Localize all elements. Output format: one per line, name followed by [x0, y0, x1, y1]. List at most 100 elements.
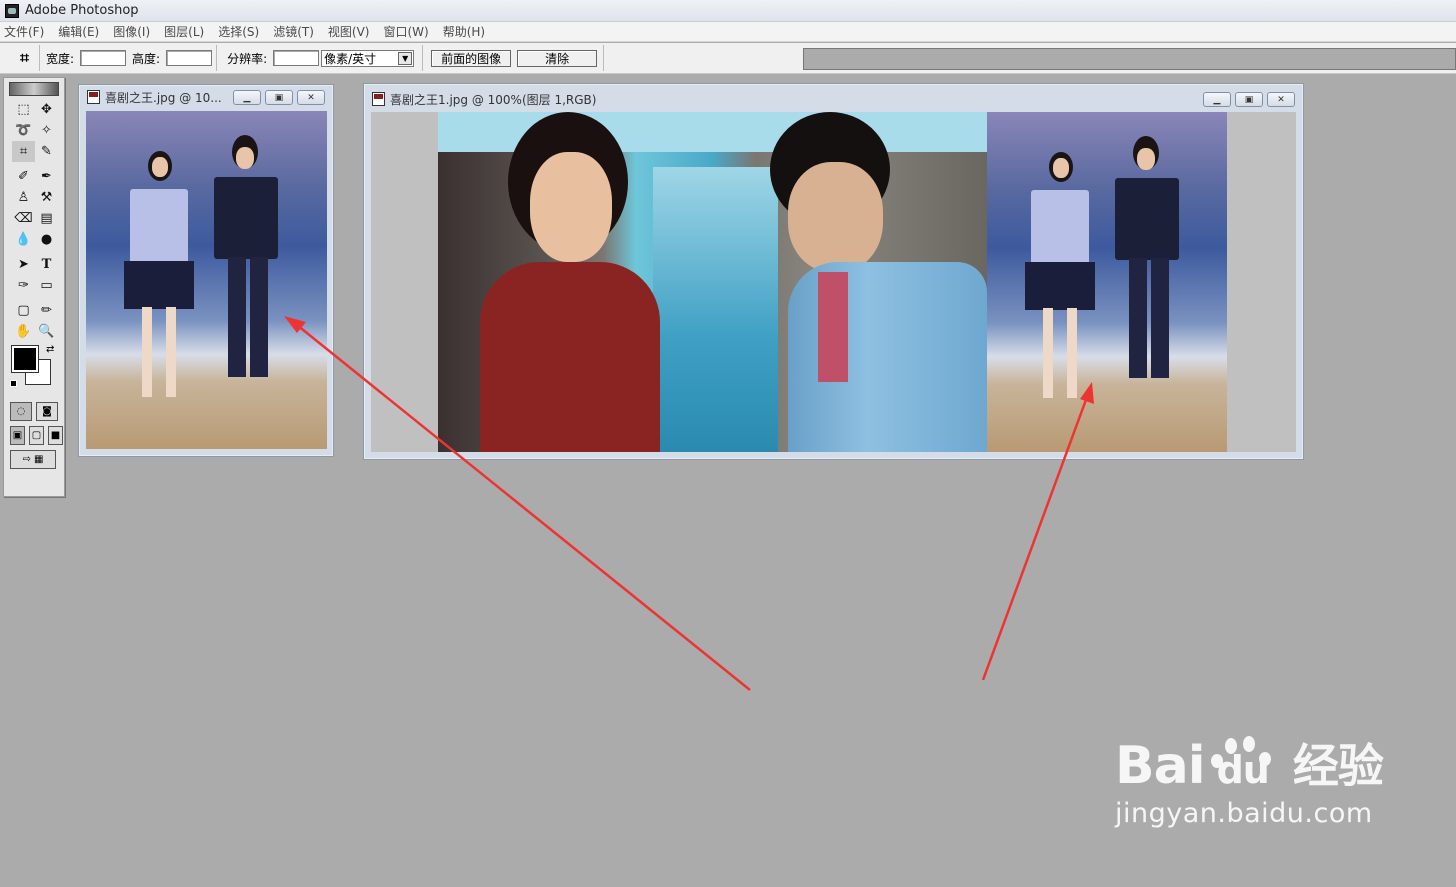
- minimize-button[interactable]: ▁: [233, 90, 261, 105]
- pasted-layer-photo: [987, 112, 1227, 452]
- document-canvas[interactable]: [371, 112, 1296, 452]
- window-controls: ▁ ▣ ✕: [233, 90, 325, 105]
- divider: [422, 45, 424, 71]
- palette-well: [803, 48, 1456, 70]
- document-window-large: 喜剧之王1.jpg @ 100%(图层 1,RGB) ▁ ▣ ✕: [363, 83, 1304, 460]
- crop-tool-icon[interactable]: ⌗: [10, 45, 40, 71]
- path-selection-tool-icon[interactable]: ➤: [12, 254, 35, 275]
- menu-layer[interactable]: 图层(L): [164, 23, 204, 40]
- quick-mask-mode-icon[interactable]: ◙: [36, 402, 58, 421]
- photo-figure: [124, 261, 194, 309]
- full-screen-mode-icon[interactable]: ■: [48, 426, 63, 445]
- photo-figure: [1053, 158, 1069, 178]
- menu-image[interactable]: 图像(I): [113, 23, 150, 40]
- default-colors-icon[interactable]: [10, 380, 17, 387]
- photo-figure: [1025, 262, 1095, 310]
- pen-tool-icon[interactable]: ✑: [12, 275, 35, 296]
- baidu-jingyan-watermark: Bai du 经验 jingyan.baidu.com: [1115, 730, 1384, 829]
- photoshop-app-icon: [5, 3, 19, 18]
- crop-tool-button-icon[interactable]: ⌗: [12, 141, 35, 162]
- move-tool-icon[interactable]: ✥: [35, 99, 58, 120]
- document-title: 喜剧之王1.jpg @ 100%(图层 1,RGB): [390, 92, 597, 107]
- height-label: 高度:: [132, 51, 161, 66]
- photo-figure: [480, 262, 660, 452]
- photo-figure: [130, 189, 188, 269]
- resolution-unit-value: 像素/英寸: [324, 51, 377, 66]
- photo-figure: [214, 177, 278, 259]
- document-icon: [87, 90, 100, 104]
- full-screen-menu-mode-icon[interactable]: ▢: [29, 426, 44, 445]
- menu-window[interactable]: 窗口(W): [383, 23, 428, 40]
- photo-figure: [1151, 258, 1169, 378]
- close-button[interactable]: ✕: [1267, 92, 1295, 107]
- height-field[interactable]: [166, 50, 213, 66]
- gradient-tool-icon[interactable]: ▤: [35, 208, 58, 229]
- photo-doorway: [653, 167, 778, 452]
- history-brush-tool-icon[interactable]: ⚒: [35, 187, 58, 208]
- quick-mask-modes: ◌ ◙: [10, 402, 64, 421]
- divider: [603, 45, 605, 71]
- menu-bar: 文件(F) 编辑(E) 图像(I) 图层(L) 选择(S) 滤镜(T) 视图(V…: [0, 22, 1456, 42]
- portrait-photo: [438, 112, 987, 452]
- app-title-bar: Adobe Photoshop: [0, 0, 1456, 22]
- imageready-jump-icon[interactable]: ⇨ ▦: [10, 450, 56, 469]
- photo-figure: [166, 307, 176, 397]
- front-image-button[interactable]: 前面的图像: [431, 49, 512, 67]
- marquee-tool-icon[interactable]: ⬚: [12, 99, 35, 120]
- screen-modes: ▣ ▢ ■: [10, 426, 64, 445]
- dodge-tool-icon[interactable]: ●: [35, 229, 58, 250]
- photo-figure: [1129, 258, 1147, 378]
- zoom-tool-icon[interactable]: 🔍: [35, 321, 58, 342]
- clear-button[interactable]: 清除: [517, 49, 598, 67]
- menu-filter[interactable]: 滤镜(T): [273, 23, 314, 40]
- toolbox-header-logo: [9, 82, 59, 96]
- brush-tool-icon[interactable]: ✒: [35, 166, 58, 187]
- standard-screen-mode-icon[interactable]: ▣: [10, 426, 25, 445]
- maximize-button[interactable]: ▣: [265, 90, 293, 105]
- window-controls: ▁ ▣ ✕: [1203, 92, 1295, 107]
- swap-colors-icon[interactable]: ⇄: [46, 344, 54, 355]
- slice-tool-icon[interactable]: ✎: [35, 141, 58, 162]
- beach-photo: [86, 111, 327, 449]
- photo-figure: [1137, 148, 1155, 170]
- resolution-unit-select[interactable]: 像素/英寸 ▼: [321, 49, 415, 67]
- document-canvas[interactable]: [86, 111, 327, 449]
- resolution-field[interactable]: [273, 50, 320, 66]
- document-title: 喜剧之王.jpg @ 10...: [105, 90, 222, 105]
- clone-stamp-tool-icon[interactable]: ♙: [12, 187, 35, 208]
- photo-figure: [152, 157, 168, 177]
- menu-edit[interactable]: 编辑(E): [58, 23, 99, 40]
- document-title-bar[interactable]: 喜剧之王.jpg @ 10... ▁ ▣ ✕: [79, 85, 333, 109]
- type-tool-icon[interactable]: T: [35, 254, 58, 275]
- foreground-color-swatch[interactable]: [11, 345, 39, 373]
- chevron-down-icon[interactable]: ▼: [398, 51, 413, 65]
- menu-view[interactable]: 视图(V): [328, 23, 370, 40]
- notes-tool-icon[interactable]: ▢: [12, 300, 35, 321]
- photo-figure: [1115, 178, 1179, 260]
- app-title: Adobe Photoshop: [25, 3, 139, 18]
- color-swatches: ⇄: [10, 344, 64, 396]
- eyedropper-tool-icon[interactable]: ✏: [35, 300, 58, 321]
- magic-wand-tool-icon[interactable]: ✧: [35, 120, 58, 141]
- resolution-label: 分辨率:: [227, 51, 268, 66]
- width-field[interactable]: [80, 50, 127, 66]
- menu-help[interactable]: 帮助(H): [443, 23, 485, 40]
- minimize-button[interactable]: ▁: [1203, 92, 1231, 107]
- watermark-url: jingyan.baidu.com: [1115, 798, 1373, 829]
- eraser-tool-icon[interactable]: ⌫: [12, 208, 35, 229]
- healing-brush-tool-icon[interactable]: ✐: [12, 166, 35, 187]
- hand-tool-icon[interactable]: ✋: [12, 321, 35, 342]
- document-title-bar[interactable]: 喜剧之王1.jpg @ 100%(图层 1,RGB) ▁ ▣ ✕: [364, 84, 1303, 114]
- menu-select[interactable]: 选择(S): [218, 23, 259, 40]
- blur-tool-icon[interactable]: 💧: [12, 229, 35, 250]
- document-icon: [372, 92, 385, 106]
- menu-file[interactable]: 文件(F): [4, 23, 44, 40]
- close-button[interactable]: ✕: [297, 90, 325, 105]
- photo-figure: [818, 272, 848, 382]
- photo-figure: [250, 257, 268, 377]
- watermark-brand-suffix: du: [1216, 748, 1270, 792]
- lasso-tool-icon[interactable]: ➰: [12, 120, 35, 141]
- standard-mode-icon[interactable]: ◌: [10, 402, 32, 421]
- rectangle-tool-icon[interactable]: ▭: [35, 275, 58, 296]
- maximize-button[interactable]: ▣: [1235, 92, 1263, 107]
